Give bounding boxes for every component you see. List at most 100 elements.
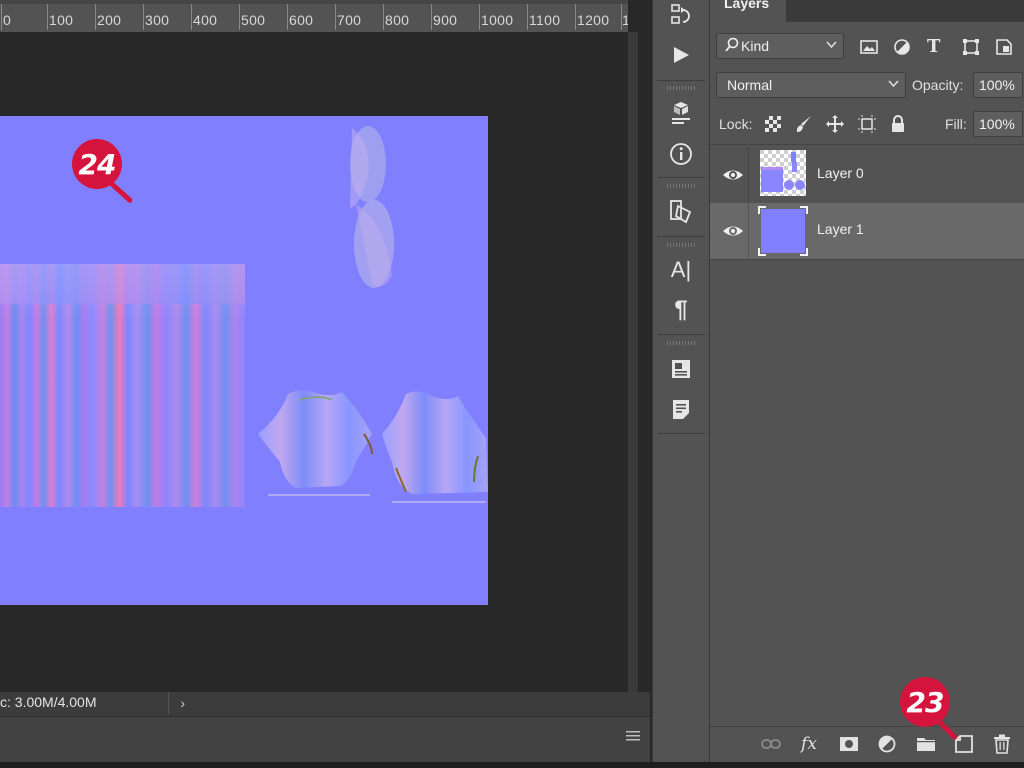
layer-name: Layer 0	[817, 165, 864, 181]
divider	[657, 433, 705, 434]
layer-0-thumbnail	[760, 150, 806, 196]
ruler-label: 500	[241, 12, 266, 28]
chevron-down-icon	[888, 79, 899, 91]
blend-mode-value: Normal	[727, 77, 773, 93]
search-icon	[725, 37, 739, 56]
ruler-label: 1	[622, 12, 628, 28]
ruler-label: 900	[433, 12, 458, 28]
fill-value: 100%	[979, 116, 1015, 132]
lock-position-icon[interactable]	[825, 114, 845, 137]
panel-grip[interactable]	[667, 341, 695, 345]
notes-icon[interactable]	[665, 394, 697, 424]
ruler-tick	[95, 4, 96, 30]
clothing-piece-right	[382, 391, 488, 494]
adjustment-icon[interactable]	[876, 733, 898, 755]
ruler-tick	[383, 4, 384, 30]
divider	[657, 80, 705, 81]
opacity-value: 100%	[979, 77, 1015, 93]
filter-adjustment-icon[interactable]	[892, 37, 912, 57]
opacity-label: Opacity:	[912, 77, 964, 93]
ruler-label: 400	[193, 12, 218, 28]
ruler-label: 300	[145, 12, 170, 28]
lock-artboard-icon[interactable]	[857, 114, 877, 137]
layer-filter-kind-dropdown[interactable]: Kind	[716, 33, 844, 59]
lock-label: Lock:	[719, 116, 753, 132]
status-bar	[0, 692, 650, 716]
layer-1-thumbnail	[758, 206, 808, 256]
hamburger-menu-icon[interactable]	[626, 729, 640, 745]
folder-icon[interactable]	[915, 733, 937, 755]
status-menu-arrow[interactable]: ›	[168, 692, 185, 714]
character-icon[interactable]: A|	[665, 255, 697, 285]
eye-visibility-icon[interactable]	[722, 165, 744, 185]
ruler-label: 100	[49, 12, 74, 28]
trash-icon[interactable]	[991, 733, 1013, 755]
clothing-piece-left	[258, 390, 372, 488]
annotation-badge-23: 23	[900, 677, 950, 727]
paragraph-icon[interactable]: ¶	[665, 295, 697, 325]
history-icon[interactable]	[665, 0, 697, 30]
divider	[657, 334, 705, 335]
fx-icon[interactable]: fx	[798, 733, 820, 755]
divider	[710, 259, 1024, 260]
panel-grip[interactable]	[667, 184, 695, 188]
horizontal-ruler: 0 100 200 300 400 500 600 700 800 900 10…	[0, 0, 628, 33]
divider	[657, 236, 705, 237]
properties-icon[interactable]	[665, 196, 697, 226]
ruler-tick	[479, 4, 480, 30]
ruler-label: 1000	[481, 12, 514, 28]
divider	[710, 144, 1024, 145]
eye-visibility-icon[interactable]	[722, 221, 744, 241]
play-action-icon[interactable]	[665, 40, 697, 70]
curtain-bottom-fill	[0, 507, 245, 605]
ruler-tick	[1, 4, 2, 30]
ruler-label: 200	[97, 12, 122, 28]
ruler-tick	[239, 4, 240, 30]
lock-image-pixels-icon[interactable]	[794, 114, 814, 137]
ruler-tick	[575, 4, 576, 30]
ruler-label: 700	[337, 12, 362, 28]
document-canvas[interactable]	[0, 116, 488, 605]
annotation-badge-24: 24	[72, 139, 122, 189]
glyphs-icon[interactable]	[665, 354, 697, 384]
fill-input[interactable]: 100%	[973, 111, 1023, 137]
ruler-label: 600	[289, 12, 314, 28]
lock-transparency-icon[interactable]	[764, 115, 782, 136]
filter-kind-label: Kind	[741, 38, 770, 54]
ruler-tick	[47, 4, 48, 30]
filter-shape-icon[interactable]	[961, 37, 981, 57]
tab-layers-label: Layers	[724, 0, 770, 11]
info-icon[interactable]	[665, 139, 697, 169]
fill-label: Fill:	[945, 116, 967, 132]
filter-type-icon[interactable]: T	[927, 37, 947, 57]
lock-all-icon[interactable]	[889, 114, 907, 137]
chevron-down-icon	[826, 40, 837, 52]
3d-icon[interactable]	[665, 97, 697, 127]
window-bottom-edge	[0, 762, 1024, 768]
ruler-label: 1100	[529, 12, 561, 28]
vertical-scrollbar[interactable]	[628, 32, 638, 692]
ruler-label: 0	[3, 12, 12, 28]
divider	[657, 177, 705, 178]
ruler-label: 1200	[577, 12, 610, 28]
mask-icon[interactable]	[838, 733, 860, 755]
layer-row-layer-0[interactable]: Layer 0	[710, 147, 1024, 203]
ruler-label: 800	[385, 12, 410, 28]
tab-layers[interactable]: Layers	[710, 0, 786, 22]
panel-grip[interactable]	[667, 86, 695, 90]
filter-smart-object-icon[interactable]	[994, 37, 1014, 57]
normal-map-texture	[0, 126, 488, 605]
panel-grip[interactable]	[667, 243, 695, 247]
layer-name: Layer 1	[817, 221, 864, 237]
panel-icon-strip: A| ¶	[652, 0, 710, 762]
timeline-panel	[0, 716, 650, 763]
layers-bottom-toolbar	[710, 726, 1024, 763]
layer-row-layer-1[interactable]: Layer 1	[710, 203, 1024, 259]
ruler-tick	[143, 4, 144, 30]
filter-pixel-icon[interactable]	[859, 37, 879, 57]
blend-mode-dropdown[interactable]: Normal	[716, 72, 906, 98]
status-text: c: 3.00M/4.00M	[0, 694, 97, 710]
ruler-tick	[287, 4, 288, 30]
opacity-input[interactable]: 100%	[973, 72, 1023, 98]
link-icon[interactable]	[760, 733, 782, 755]
